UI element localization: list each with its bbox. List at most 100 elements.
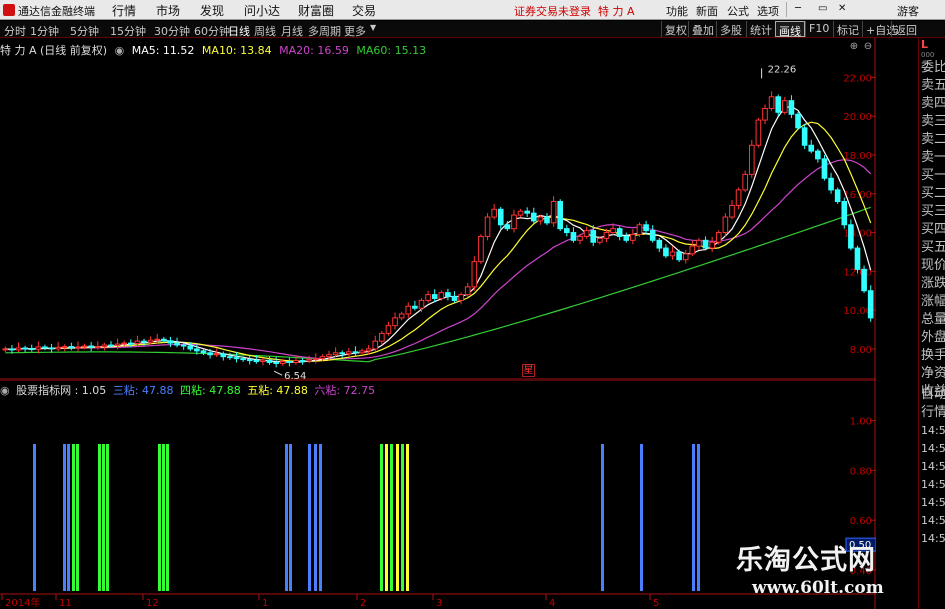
y-tick-label: 10.00 [843,306,872,317]
panel-auto-field[interactable]: 自动 [919,386,945,404]
guest-label[interactable]: 游客 [897,3,919,19]
draw-line-button[interactable]: 画线 [775,21,805,38]
signal-bar [102,444,105,591]
panel-auto-field[interactable]: 行情 [919,404,945,422]
candle-body [795,113,801,129]
tab-monthly[interactable]: 月线 [281,23,303,39]
overlay-button[interactable]: 叠加 [688,21,717,37]
menu-discover[interactable]: 发现 [200,2,224,19]
tab-multi-period[interactable]: 多周期 [308,23,341,39]
panel-field: 换手 [921,348,945,363]
x-tick-label: 4 [549,598,555,609]
signal-bar [76,444,79,591]
candle-body [339,352,346,355]
y-tick-label: 14.00 [843,229,872,240]
candle-body [227,356,233,359]
candle-body [564,228,570,234]
menu-trade[interactable]: 交易 [352,2,376,19]
candle-body [154,338,161,341]
menu-market[interactable]: 市场 [156,2,180,19]
candle-body [48,347,55,350]
ind-y-tick-label: 1.00 [850,416,872,427]
statistics-button[interactable]: 统计 [746,21,775,37]
indicator-settings-icon[interactable]: ◉ [0,384,10,397]
signal-bar [697,444,700,591]
f10-button[interactable]: F10 [805,21,832,37]
candle-body [841,201,848,226]
candle-body [425,294,431,301]
candle-body [682,253,689,261]
tab-daily[interactable]: 日线 [228,23,250,39]
candle-body [240,358,246,361]
tab-30min[interactable]: 30分钟 [154,23,190,39]
menu-separator [786,2,787,17]
candle-body [365,348,372,352]
kline-chart[interactable]: 22.0020.0018.0016.0014.0012.0010.008.00 … [0,38,876,380]
event-marker[interactable]: 星 [522,364,535,377]
y-tick-label: 8.00 [850,345,872,356]
more-dropdown-icon[interactable]: ▼ [370,23,376,32]
function-button[interactable]: 功能 [666,3,688,19]
candle-body [623,235,630,241]
panel-field: 买一 [921,168,945,183]
high-label: 22.26 [768,64,797,75]
tab-intraday[interactable]: 分时 [4,23,26,39]
candle-body [346,351,352,355]
signal-bar [63,444,66,591]
candle-body [299,360,306,363]
mark-button[interactable]: 标记 [833,21,862,37]
tab-15min[interactable]: 15分钟 [110,23,146,39]
candle-body [445,292,451,298]
multi-stock-button[interactable]: 多股 [716,21,745,37]
legend-3: 三粘: 47.88 [112,384,174,397]
x-tick-label: 5 [653,598,659,609]
candle-body [616,228,623,237]
candle-body [848,224,854,249]
zoom-out-icon[interactable]: ⊖ [862,41,874,53]
back-button[interactable]: 返回 [891,21,920,37]
candle-body [200,350,207,354]
formula-button[interactable]: 公式 [727,3,749,19]
candle-body [834,189,841,203]
signal-bar [98,444,101,591]
maximize-button[interactable]: ▭ [818,3,827,14]
tab-60min[interactable]: 60分钟 [194,23,230,39]
candle-body [861,268,867,292]
candle-body [213,353,220,356]
candle-body [147,339,154,343]
candle-body [550,201,557,224]
candle-body [491,208,497,218]
minimize-button[interactable]: ─ [795,3,801,14]
close-window-button[interactable]: ✕ [838,3,846,14]
tab-weekly[interactable]: 周线 [254,23,276,39]
candle-body [114,343,121,346]
panel-field: 涨跌 [921,276,945,291]
tab-more[interactable]: 更多 [344,23,366,39]
adjust-button[interactable]: 复权 [661,21,690,37]
signal-bar [396,444,399,591]
candle-body [649,230,656,241]
signal-bar [314,444,317,591]
new-page-button[interactable]: 新面 [696,3,718,19]
candle-body [801,127,808,146]
candle-body [689,245,696,255]
menu-xiaoda[interactable]: 问小达 [244,2,280,19]
candle-body [808,144,815,152]
watermark-url: www.60lt.com [752,578,884,598]
tab-1min[interactable]: 1分钟 [30,23,59,39]
watermark-brand: 乐淘公式网 [736,545,876,576]
options-button[interactable]: 选项 [757,3,779,19]
zoom-in-icon[interactable]: ⊕ [848,41,860,53]
info-icon[interactable]: ◉ [115,44,125,57]
candle-body [630,233,636,241]
x-tick-label: 12 [146,598,159,609]
panel-header: L [921,38,929,51]
menu-wealth[interactable]: 财富圈 [298,2,334,19]
candle-body [854,247,861,270]
panel-field: 买三 [921,204,945,219]
candle-body [663,247,669,257]
menu-quotes[interactable]: 行情 [112,2,136,19]
ma5-legend: MA5: 11.52 [131,44,195,57]
tab-5min[interactable]: 5分钟 [70,23,99,39]
panel-field: 涨幅 [921,294,945,309]
